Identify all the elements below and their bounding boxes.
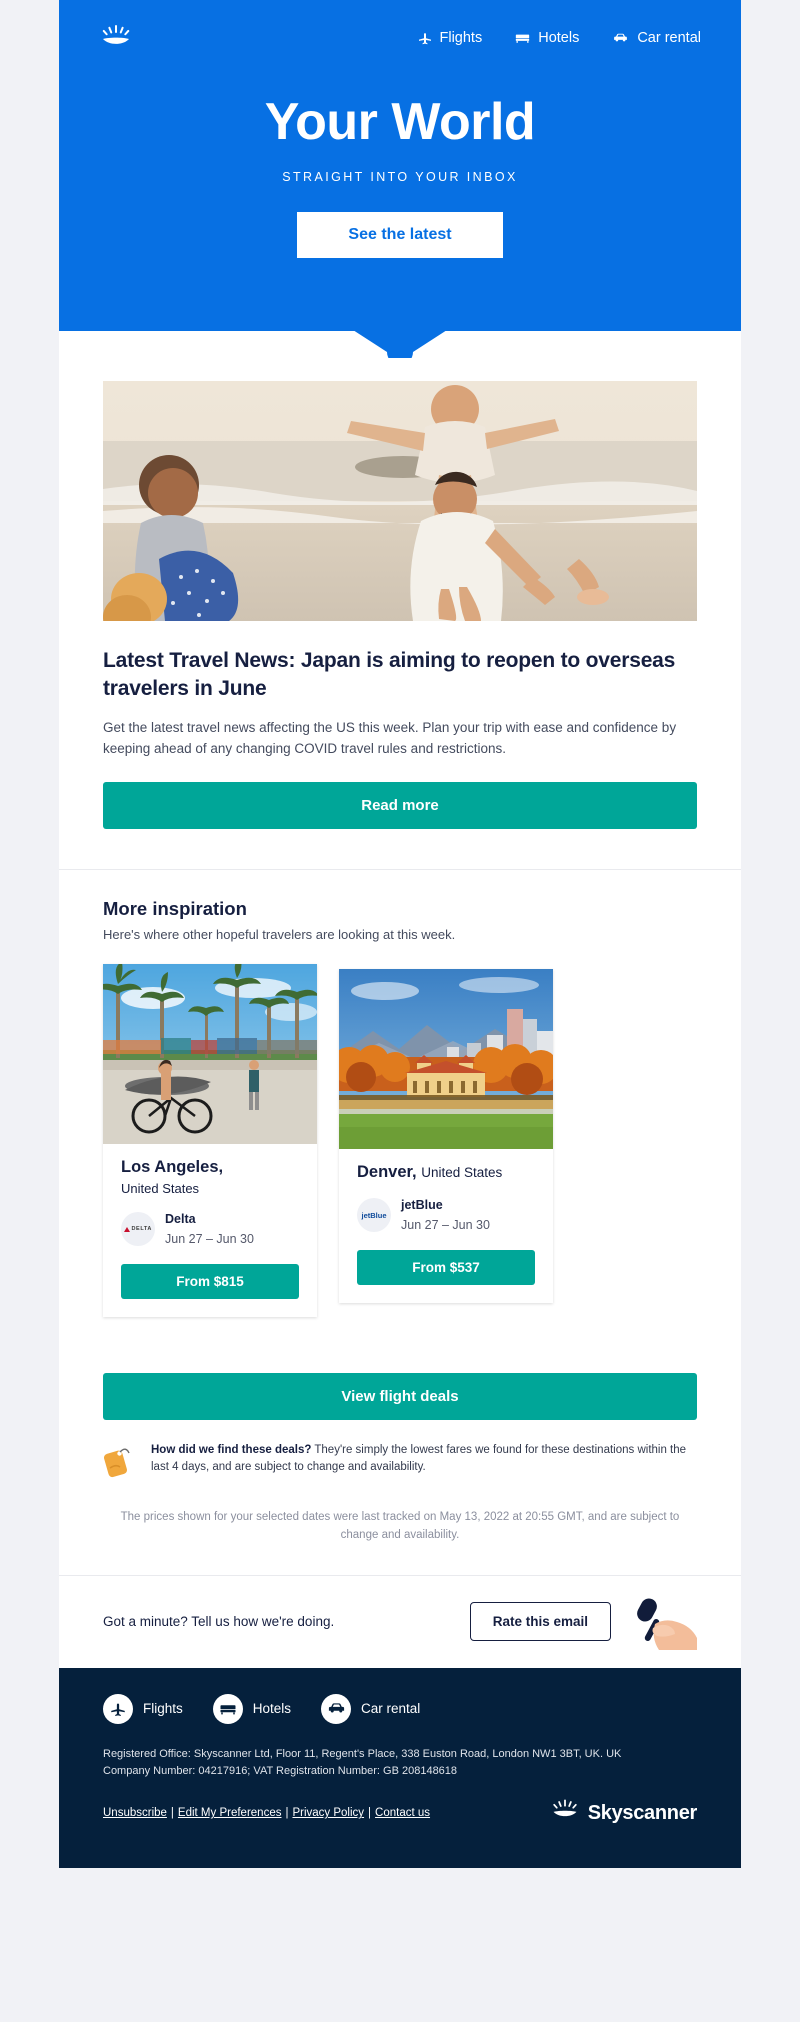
price-tracked-note: The prices shown for your selected dates… xyxy=(59,1483,741,1575)
how-did-we-find-text: How did we find these deals? They're sim… xyxy=(151,1442,697,1477)
delta-logo-icon: DELTA xyxy=(121,1212,155,1247)
nav-item-hotels-label: Hotels xyxy=(538,30,580,46)
article-hero-image xyxy=(103,381,697,639)
airline-name: Delta xyxy=(165,1211,196,1226)
airplane-icon xyxy=(103,1693,133,1724)
skyscanner-sunburst-icon xyxy=(550,1799,580,1828)
destination-card-image xyxy=(331,968,558,1149)
how-did-we-find-deals: How did we find these deals? They're sim… xyxy=(59,1420,741,1484)
destination-price-button[interactable]: From $815 xyxy=(121,1264,299,1300)
footer-link-privacy-policy[interactable]: Privacy Policy xyxy=(292,1807,364,1819)
footer-section: Flights Hotels Car rental Registered Off… xyxy=(59,1667,741,1868)
hero-section: Flights Hotels Car rental Your World STR… xyxy=(59,0,741,332)
footer-nav-car-rental[interactable]: Car rental xyxy=(321,1693,421,1724)
bed-icon xyxy=(212,1693,243,1724)
see-the-latest-button[interactable]: See the latest xyxy=(297,212,503,258)
destination-card-image xyxy=(94,957,319,1144)
destination-cards: Los Angeles, United States DELTA Delta J… xyxy=(94,957,697,1318)
destination-card[interactable]: Denver, United States jetBlue jetBlue Ju… xyxy=(331,968,558,1304)
travel-dates: Jun 27 – Jun 30 xyxy=(401,1218,490,1233)
footer-nav-flights-label: Flights xyxy=(143,1701,183,1717)
footer-link-edit-my-preferences[interactable]: Edit My Preferences xyxy=(178,1807,282,1819)
footer-link-contact-us[interactable]: Contact us xyxy=(375,1807,430,1819)
destination-country: United States xyxy=(421,1164,503,1180)
destination-card[interactable]: Los Angeles, United States DELTA Delta J… xyxy=(94,957,319,1318)
destination-country: United States xyxy=(121,1180,200,1196)
nav-item-flights[interactable]: Flights xyxy=(417,30,483,46)
footer-bottom: Unsubscribe | Edit My Preferences | Privacy … xyxy=(103,1799,697,1828)
footer-nav-hotels-label: Hotels xyxy=(252,1701,292,1717)
airline-row: jetBlue jetBlue Jun 27 – Jun 30 xyxy=(357,1195,535,1237)
article-section: Latest Travel News: Japan is aiming to r… xyxy=(59,359,741,869)
destination-city-name: Denver, xyxy=(357,1162,417,1181)
footer-link-separator: | xyxy=(285,1807,289,1820)
article-headline: Latest Travel News: Japan is aiming to r… xyxy=(103,649,676,701)
jetblue-logo-icon: jetBlue xyxy=(357,1198,391,1233)
rate-this-email-button[interactable]: Rate this email xyxy=(469,1602,611,1642)
hero-notch-triangle-icon xyxy=(353,330,447,365)
footer-brand[interactable]: Skyscanner xyxy=(550,1799,697,1828)
email-body: Flights Hotels Car rental Your World STR… xyxy=(59,0,741,1868)
footer-brand-name: Skyscanner xyxy=(587,1801,698,1824)
car-icon xyxy=(611,30,630,46)
email-page: Flights Hotels Car rental Your World STR… xyxy=(0,0,800,1868)
footer-nav-hotels[interactable]: Hotels xyxy=(212,1693,292,1724)
inspiration-heading: More inspiration xyxy=(103,897,247,919)
bed-icon xyxy=(514,30,531,46)
hero-cta-wrap: See the latest xyxy=(59,212,741,258)
hero-nav: Flights Hotels Car rental xyxy=(59,20,741,56)
footer-nav-car-rental-label: Car rental xyxy=(361,1701,421,1717)
car-icon xyxy=(321,1693,352,1724)
footer-nav: Flights Hotels Car rental xyxy=(103,1693,697,1724)
footer-links: Unsubscribe | Edit My Preferences | Privacy … xyxy=(103,1807,430,1819)
inspiration-section: More inspiration Here's where other hope… xyxy=(59,869,741,1318)
nav-item-car-rental-label: Car rental xyxy=(637,30,701,46)
hero-nav-links: Flights Hotels Car rental xyxy=(417,30,701,46)
airline-row: DELTA Delta Jun 27 – Jun 30 xyxy=(121,1209,299,1251)
footer-legal-line-1: Registered Office: Skyscanner Ltd, Floor… xyxy=(103,1747,622,1760)
read-more-button[interactable]: Read more xyxy=(103,781,697,829)
destination-city: Denver, United States xyxy=(357,1163,535,1182)
hero-title: Your World xyxy=(264,93,536,151)
article-body: Get the latest travel news affecting the… xyxy=(103,719,677,756)
footer-legal: Registered Office: Skyscanner Ltd, Floor… xyxy=(103,1746,697,1781)
inspiration-subheading: Here's where other hopeful travelers are… xyxy=(103,926,456,942)
airline-name: jetBlue xyxy=(401,1197,443,1212)
nav-item-car-rental[interactable]: Car rental xyxy=(611,30,701,46)
how-did-we-find-bold: How did we find these deals? xyxy=(151,1444,312,1457)
footer-link-separator: | xyxy=(170,1807,174,1820)
airline-meta: Delta Jun 27 – Jun 30 xyxy=(165,1209,254,1251)
destination-city: Los Angeles, xyxy=(121,1157,224,1176)
footer-link-separator: | xyxy=(368,1807,372,1820)
airline-meta: jetBlue Jun 27 – Jun 30 xyxy=(401,1195,490,1237)
price-tag-icon xyxy=(103,1442,137,1483)
skyscanner-sunburst-icon[interactable] xyxy=(99,25,133,51)
airplane-icon xyxy=(417,30,433,46)
footer-link-unsubscribe[interactable]: Unsubscribe xyxy=(103,1807,167,1819)
hand-holding-microphone-icon xyxy=(625,1594,697,1650)
rate-email-section: Got a minute? Tell us how we're doing. R… xyxy=(59,1575,741,1668)
travel-dates: Jun 27 – Jun 30 xyxy=(165,1232,254,1247)
rate-prompt: Got a minute? Tell us how we're doing. xyxy=(103,1614,335,1630)
nav-item-hotels[interactable]: Hotels xyxy=(514,30,579,46)
hero-notch-wrap xyxy=(59,330,741,365)
nav-item-flights-label: Flights xyxy=(439,30,483,46)
destination-card-body: Los Angeles, United States DELTA Delta J… xyxy=(103,1144,317,1318)
destination-card-body: Denver, United States jetBlue jetBlue Ju… xyxy=(339,1149,553,1304)
destination-price-button[interactable]: From $537 xyxy=(357,1250,535,1286)
view-deals-wrap: View flight deals xyxy=(59,1317,741,1421)
footer-legal-line-2: Company Number: 04217916; VAT Registrati… xyxy=(103,1765,458,1778)
footer-nav-flights[interactable]: Flights xyxy=(103,1693,183,1724)
view-flight-deals-button[interactable]: View flight deals xyxy=(103,1373,697,1421)
hero-subtitle: STRAIGHT INTO YOUR INBOX xyxy=(282,170,518,184)
